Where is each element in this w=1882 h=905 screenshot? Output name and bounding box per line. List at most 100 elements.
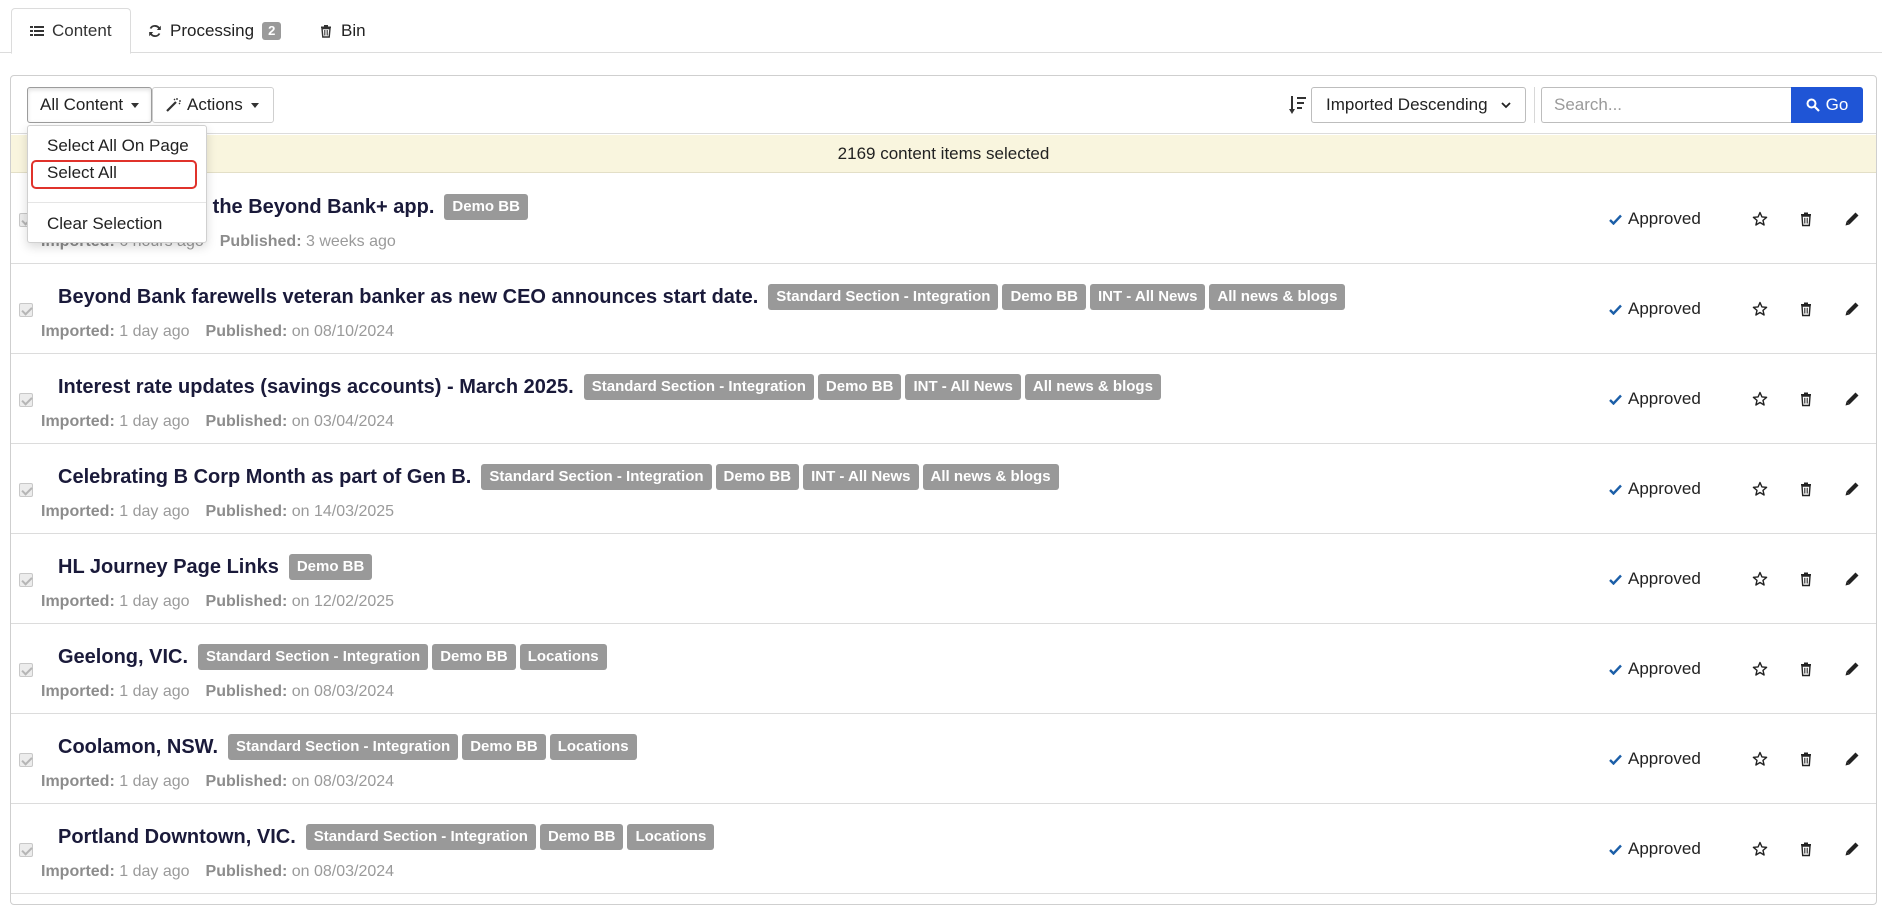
published-value: on 03/04/2024 [291, 413, 395, 430]
row-title[interactable]: HL Journey Page Links [58, 556, 279, 579]
status-badge: Approved [1609, 569, 1701, 589]
row-title-line: Portland Downtown, VIC. Standard Section … [58, 824, 715, 850]
imported-label: Imported: [41, 773, 115, 790]
table-row[interactable]: nges to the Beyond Bank+ app.Demo BBImpo… [11, 174, 1876, 264]
imported-label: Imported: [41, 503, 115, 520]
row-checkbox[interactable] [19, 843, 33, 857]
row-checkbox[interactable] [19, 393, 33, 407]
row-tag: All news & blogs [922, 464, 1059, 490]
delete-icon[interactable] [1798, 571, 1814, 587]
star-icon[interactable] [1752, 211, 1768, 227]
edit-pencil-icon[interactable] [1844, 391, 1860, 407]
published-label: Published: [205, 503, 288, 520]
star-icon[interactable] [1752, 391, 1768, 407]
published-value: 3 weeks ago [305, 233, 396, 250]
content-panel: All Content Actions Imported Descending … [10, 75, 1877, 905]
row-tag: Demo BB [1002, 284, 1086, 310]
row-title[interactable]: Coolamon, NSW. [58, 736, 218, 759]
row-meta: Imported: 1 day ago Published: on 14/03/2… [41, 503, 394, 521]
delete-icon[interactable] [1798, 841, 1814, 857]
table-row[interactable]: Beyond Bank farewells veteran banker as … [11, 264, 1876, 354]
imported-label: Imported: [41, 683, 115, 700]
row-tag: Standard Section - Integration [228, 734, 459, 760]
row-meta: Imported: 1 day ago Published: on 08/03/2… [41, 773, 394, 791]
star-icon[interactable] [1752, 571, 1768, 587]
edit-pencil-icon[interactable] [1844, 571, 1860, 587]
sort-select[interactable]: Imported Descending [1311, 87, 1526, 123]
table-row[interactable]: Coolamon, NSW. Standard Section - Integra… [11, 714, 1876, 804]
edit-pencil-icon[interactable] [1844, 751, 1860, 767]
table-row[interactable]: Portland Downtown, VIC. Standard Section … [11, 804, 1876, 894]
menu-item-clear-selection[interactable]: Clear Selection [28, 211, 206, 237]
edit-pencil-icon[interactable] [1844, 301, 1860, 317]
imported-value: 1 day ago [119, 413, 190, 430]
actions-dropdown-button[interactable]: Actions [152, 87, 274, 123]
row-tag: All news & blogs [1024, 374, 1161, 400]
search-input[interactable] [1541, 87, 1793, 123]
delete-icon[interactable] [1798, 661, 1814, 677]
caret-down-icon [131, 102, 140, 108]
row-checkbox[interactable] [19, 753, 33, 767]
status-label: Approved [1628, 569, 1701, 588]
search-go-button[interactable]: Go [1791, 87, 1863, 123]
edit-pencil-icon[interactable] [1844, 211, 1860, 227]
row-tag: INT - All News [905, 374, 1021, 400]
star-icon[interactable] [1752, 751, 1768, 767]
table-row[interactable]: Celebrating B Corp Month as part of Gen … [11, 444, 1876, 534]
row-title[interactable]: Interest rate updates (savings accounts)… [58, 376, 574, 399]
tab-processing-label: Processing [170, 21, 255, 40]
star-icon[interactable] [1752, 661, 1768, 677]
imported-value: 1 day ago [119, 863, 190, 880]
star-icon[interactable] [1752, 481, 1768, 497]
status-badge: Approved [1609, 389, 1701, 409]
row-tag: Demo BB [288, 554, 373, 580]
tab-content-label: Content [52, 21, 112, 40]
caret-down-icon [250, 102, 259, 108]
status-badge: Approved [1609, 209, 1701, 229]
imported-value: 1 day ago [119, 323, 190, 340]
table-row[interactable]: Geelong, VIC. Standard Section - Integrat… [11, 624, 1876, 714]
imported-value: 1 day ago [119, 683, 190, 700]
published-value: on 08/03/2024 [291, 863, 395, 880]
row-checkbox[interactable] [19, 573, 33, 587]
star-icon[interactable] [1752, 301, 1768, 317]
status-label: Approved [1628, 659, 1701, 678]
published-value: on 14/03/2025 [291, 503, 395, 520]
imported-value: 1 day ago [119, 503, 190, 520]
status-badge: Approved [1609, 299, 1701, 319]
tab-processing[interactable]: Processing 2 [130, 8, 299, 54]
published-value: on 08/03/2024 [291, 773, 395, 790]
processing-count-badge: 2 [262, 22, 282, 40]
row-checkbox[interactable] [19, 483, 33, 497]
table-row[interactable]: Interest rate updates (savings accounts)… [11, 354, 1876, 444]
menu-item-select-all[interactable]: Select All [28, 160, 206, 186]
row-checkbox[interactable] [19, 303, 33, 317]
imported-value: 1 day ago [119, 773, 190, 790]
edit-pencil-icon[interactable] [1844, 661, 1860, 677]
row-title[interactable]: Beyond Bank farewells veteran banker as … [58, 286, 758, 309]
edit-pencil-icon[interactable] [1844, 481, 1860, 497]
table-row[interactable]: HL Journey Page Links Demo BB Imported: 1 … [11, 534, 1876, 624]
published-value: on 12/02/2025 [291, 593, 395, 610]
delete-icon[interactable] [1798, 211, 1814, 227]
tab-content[interactable]: Content [11, 8, 131, 54]
edit-pencil-icon[interactable] [1844, 841, 1860, 857]
check-icon [1609, 664, 1622, 675]
tab-bin[interactable]: Bin [301, 8, 384, 54]
toolbar-divider [1534, 87, 1535, 123]
row-title[interactable]: Celebrating B Corp Month as part of Gen … [58, 466, 471, 489]
star-icon[interactable] [1752, 841, 1768, 857]
check-icon [1609, 484, 1622, 495]
row-tag: Demo BB [715, 464, 800, 490]
delete-icon[interactable] [1798, 301, 1814, 317]
all-content-dropdown-button[interactable]: All Content [27, 87, 153, 123]
row-checkbox[interactable] [19, 663, 33, 677]
row-title[interactable]: Geelong, VIC. [58, 646, 188, 669]
delete-icon[interactable] [1798, 481, 1814, 497]
row-tag: INT - All News [803, 464, 919, 490]
delete-icon[interactable] [1798, 751, 1814, 767]
menu-item-select-all-on-page[interactable]: Select All On Page [28, 133, 206, 159]
delete-icon[interactable] [1798, 391, 1814, 407]
check-icon [1609, 304, 1622, 315]
row-title[interactable]: Portland Downtown, VIC. [58, 826, 296, 849]
